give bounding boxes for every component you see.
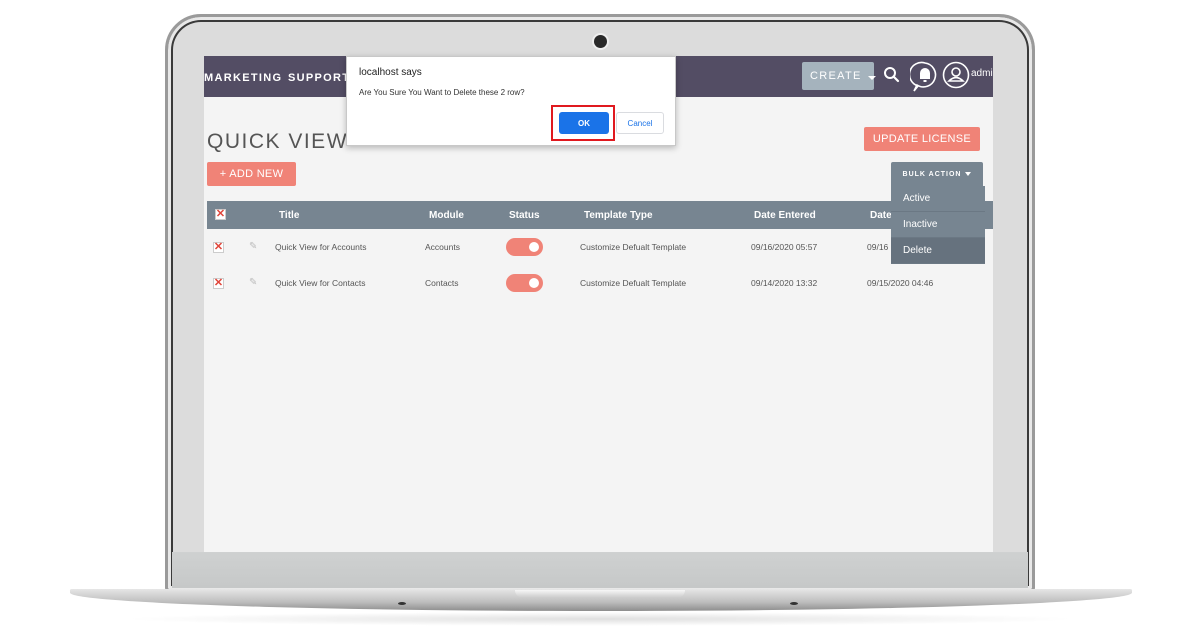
nav-item-support[interactable]: SUPPORT: [288, 72, 350, 84]
user-name[interactable]: admi: [971, 68, 993, 79]
laptop-foot: [398, 602, 406, 605]
row-date-entered: 09/16/2020 05:57: [751, 242, 818, 252]
column-header-title[interactable]: Title: [279, 210, 299, 221]
edit-pencil-icon[interactable]: ✎: [249, 241, 257, 252]
column-header-module[interactable]: Module: [429, 210, 464, 221]
bulk-menu-item-inactive[interactable]: Inactive: [891, 212, 985, 238]
bulk-action-button[interactable]: BULK ACTION: [891, 162, 983, 186]
row-title[interactable]: Quick View for Accounts: [275, 242, 367, 252]
laptop-shadow: [120, 612, 1080, 626]
page-title: QUICK VIEW: [207, 130, 349, 153]
update-license-button[interactable]: UPDATE LICENSE: [864, 127, 980, 151]
laptop-bezel: [172, 552, 1028, 588]
row-date-entered: 09/14/2020 13:32: [751, 278, 818, 288]
create-button[interactable]: CREATE: [802, 62, 876, 90]
laptop-foot: [790, 602, 798, 605]
laptop-mockup: MARKETING SUPPORT CREATE admi QUICK VIEW…: [0, 0, 1200, 630]
bulk-menu-item-delete[interactable]: Delete: [891, 238, 985, 264]
column-header-status[interactable]: Status: [509, 210, 540, 221]
row-template-type: Customize Defualt Template: [580, 242, 687, 252]
ok-button[interactable]: OK: [559, 112, 609, 134]
status-toggle[interactable]: [506, 238, 543, 256]
table-row: ✕ ✎ Quick View for Contacts Contacts Cus…: [207, 265, 993, 301]
webcam-icon: [594, 35, 607, 48]
add-new-button[interactable]: + ADD NEW: [207, 162, 296, 186]
search-icon[interactable]: [882, 65, 902, 85]
column-header-date-entered[interactable]: Date Entered: [754, 210, 816, 221]
row-checkbox[interactable]: ✕: [213, 242, 224, 253]
caret-down-icon: [965, 172, 972, 176]
create-label: CREATE: [810, 70, 862, 82]
edit-pencil-icon[interactable]: ✎: [249, 277, 257, 288]
table-row: ✕ ✎ Quick View for Accounts Accounts Cus…: [207, 229, 993, 265]
dialog-message: Are You Sure You Want to Delete these 2 …: [359, 88, 525, 97]
column-header-template-type[interactable]: Template Type: [584, 210, 653, 221]
bulk-action-label: BULK ACTION: [902, 170, 962, 178]
select-all-checkbox[interactable]: ✕: [215, 209, 226, 220]
cancel-button[interactable]: Cancel: [616, 112, 664, 134]
row-title[interactable]: Quick View for Contacts: [275, 278, 366, 288]
nav-item-marketing[interactable]: MARKETING: [204, 72, 282, 84]
row-template-type: Customize Defualt Template: [580, 278, 687, 288]
column-header-date-modified[interactable]: Date: [870, 210, 892, 221]
row-date-modified: 09/16: [867, 242, 889, 252]
row-module: Contacts: [425, 278, 459, 288]
user-avatar-icon[interactable]: [942, 61, 970, 89]
laptop-notch: [515, 590, 685, 598]
confirm-dialog: localhost says Are You Sure You Want to …: [346, 56, 676, 146]
row-date-modified: 09/15/2020 04:46: [867, 278, 934, 288]
bulk-menu-item-active[interactable]: Active: [891, 186, 985, 212]
bulk-action-menu: Active Inactive Delete: [891, 186, 985, 264]
row-module: Accounts: [425, 242, 460, 252]
table-header: ✕ Title Module Status Template Type Date…: [207, 201, 993, 229]
notification-bell-icon[interactable]: [910, 61, 940, 93]
dialog-title: localhost says: [359, 67, 422, 78]
row-checkbox[interactable]: ✕: [213, 278, 224, 289]
status-toggle[interactable]: [506, 274, 543, 292]
caret-down-icon: [867, 76, 876, 80]
